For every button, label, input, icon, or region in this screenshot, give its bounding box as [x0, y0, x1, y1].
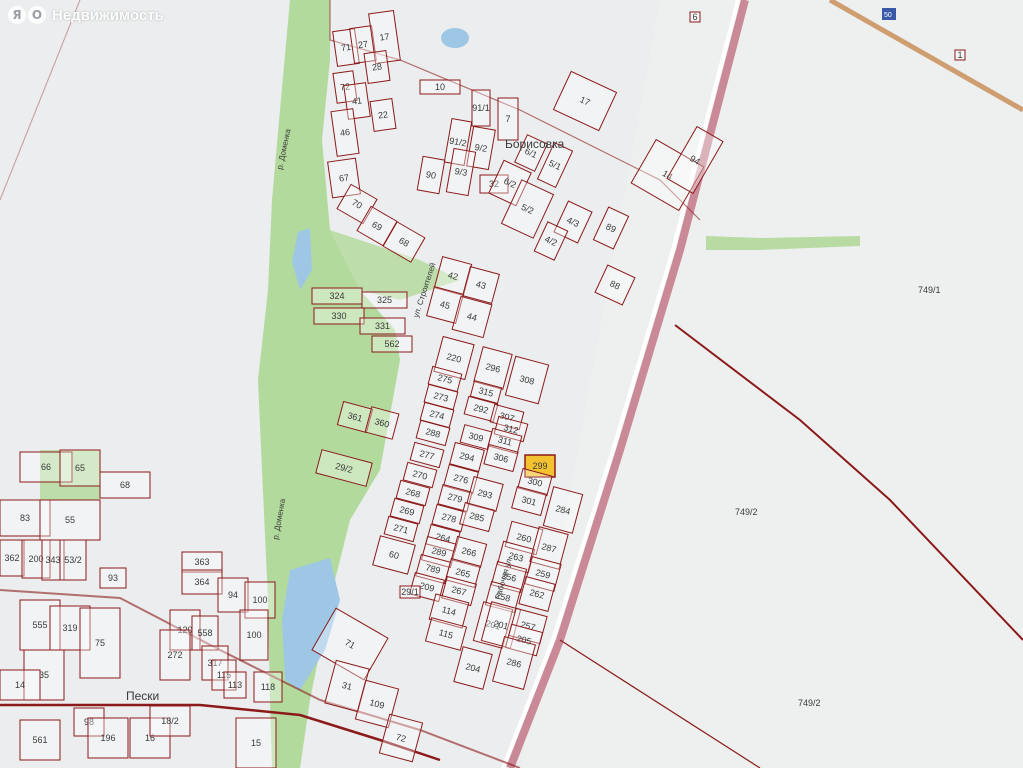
parcel-lot-65[interactable]: 65	[59, 449, 101, 487]
parcel-number: 10	[435, 82, 445, 92]
yandex-logo-icon: Я О	[8, 6, 46, 24]
parcel-number: 66	[41, 462, 51, 472]
parcel-lot-113[interactable]: 113	[223, 671, 247, 699]
parcel-lot-10[interactable]: 10	[419, 79, 461, 95]
parcel-number: 7	[505, 114, 510, 124]
parcel-lot-100[interactable]: 100	[239, 609, 269, 661]
parcel-lot-14[interactable]: 14	[0, 669, 41, 701]
parcel-lot-562[interactable]: 562	[371, 335, 413, 353]
parcel-number: 319	[62, 623, 77, 633]
parcel-number: 362	[4, 553, 19, 563]
parcel-number: 17	[379, 31, 390, 42]
parcel-number: 100	[252, 595, 267, 605]
parcel-lot-68[interactable]: 68	[99, 471, 151, 499]
parcel-number: 561	[32, 735, 47, 745]
road-shield-label: 50	[884, 12, 892, 19]
parcel-lot-91-1[interactable]: 91/1	[471, 89, 491, 127]
parcel-number: 558	[197, 628, 212, 638]
parcel-lot-272[interactable]: 272	[159, 629, 191, 681]
yandex-realty-watermark[interactable]: Я О Недвижимость	[8, 6, 164, 24]
parcel-number: 325	[377, 295, 392, 305]
parcel-number: 343	[45, 555, 60, 565]
pond-north	[441, 28, 469, 48]
parcel-lot-363[interactable]: 363	[181, 551, 223, 573]
area-label-749-2-b: 749/2	[798, 698, 821, 708]
parcel-number: 200	[28, 554, 43, 564]
parcel-number: 324	[329, 291, 344, 301]
parcel-number: 29/1	[401, 587, 419, 597]
parcel-number: 90	[425, 169, 437, 181]
logo-circle-o: О	[28, 6, 46, 24]
parcel-number: 15	[251, 738, 261, 748]
parcel-lot-331[interactable]: 331	[359, 317, 406, 335]
parcel-lot-118[interactable]: 118	[253, 671, 283, 703]
parcel-lot-362[interactable]: 362	[0, 539, 25, 577]
parcel-lot-6[interactable]: 6	[689, 11, 701, 23]
parcel-lot-53-2[interactable]: 53/2	[59, 539, 87, 581]
parcel-number: 6	[692, 12, 697, 22]
parcel-number: 1	[957, 50, 962, 60]
watermark-brand: Недвижимость	[52, 6, 164, 24]
parcel-number: 67	[338, 172, 349, 183]
parcel-number: 299	[532, 461, 547, 471]
parcel-number: 22	[377, 109, 388, 120]
parcel-lot-94[interactable]: 94	[217, 577, 249, 613]
parcel-number: 53/2	[64, 555, 82, 565]
parcel-lot-75[interactable]: 75	[79, 607, 121, 679]
parcel-lot-22[interactable]: 22	[369, 98, 397, 132]
parcel-number: 331	[375, 321, 390, 331]
parcel-number: 75	[95, 638, 105, 648]
parcel-lot-93[interactable]: 93	[99, 567, 127, 589]
parcel-lot-55[interactable]: 55	[39, 499, 101, 541]
parcel-number: 41	[351, 95, 362, 106]
parcel-number: 330	[331, 311, 346, 321]
parcel-number: 28	[371, 61, 382, 72]
parcel-number: 94	[228, 590, 238, 600]
area-label-749-2-a: 749/2	[735, 507, 758, 517]
parcel-number: 68	[120, 480, 130, 490]
parcel-lot-330[interactable]: 330	[313, 307, 365, 325]
parcel-lot-1[interactable]: 1	[954, 49, 966, 61]
parcel-lot-558[interactable]: 558	[191, 615, 219, 651]
parcel-lot-196[interactable]: 196	[87, 717, 129, 759]
parcel-number: 555	[32, 620, 47, 630]
parcel-lot-561[interactable]: 561	[19, 719, 61, 761]
parcel-number: 27	[357, 39, 368, 50]
parcel-number: 196	[100, 733, 115, 743]
village-label-south: Пески	[126, 689, 159, 703]
parcel-number: 118	[261, 682, 275, 692]
parcel-number: 363	[194, 557, 209, 567]
parcel-number: 18/2	[161, 716, 179, 726]
village-label-north: Борисовка	[505, 137, 565, 151]
map-svg[interactable]: 7127172872414622677069681091/191/29/29/3…	[0, 0, 1023, 768]
area-label-749-1: 749/1	[918, 285, 941, 295]
parcel-number: 9/3	[454, 166, 468, 178]
parcel-lot-15[interactable]: 15	[235, 717, 277, 768]
parcel-number: 14	[15, 680, 25, 690]
parcel-number: 100	[246, 630, 261, 640]
parcel-lot-28[interactable]: 28	[363, 50, 391, 84]
parcel-lot-325[interactable]: 325	[361, 291, 408, 309]
parcel-number: 91/1	[472, 103, 490, 113]
parcel-lot-18-2[interactable]: 18/2	[149, 705, 191, 737]
parcel-number: 71	[340, 42, 351, 53]
parcel-lot-7[interactable]: 7	[497, 97, 519, 141]
map-canvas[interactable]: 7127172872414622677069681091/191/29/29/3…	[0, 0, 1023, 768]
parcel-number: 65	[75, 463, 85, 473]
parcel-lot-364[interactable]: 364	[181, 569, 223, 595]
parcel-number: 113	[228, 680, 242, 690]
logo-circle-y: Я	[8, 6, 26, 24]
parcel-lot-324[interactable]: 324	[311, 287, 363, 305]
parcel-number: 93	[108, 573, 118, 583]
parcel-number: 562	[384, 339, 399, 349]
parcel-number: 55	[65, 515, 75, 525]
parcel-number: 272	[167, 650, 182, 660]
parcel-number: 364	[194, 577, 209, 587]
parcel-number: 46	[339, 127, 350, 138]
parcel-lot-29-1[interactable]: 29/1	[399, 585, 421, 599]
parcel-number: 83	[20, 513, 30, 523]
